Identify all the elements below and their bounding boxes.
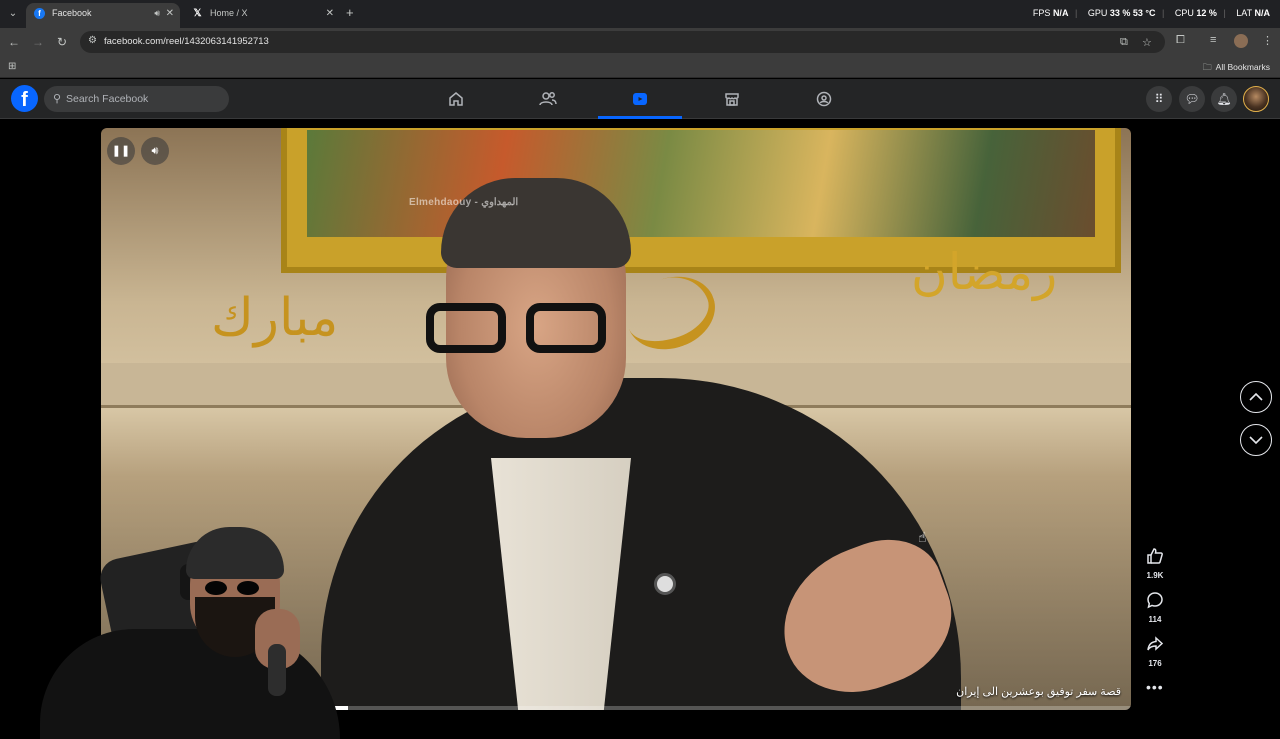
home-icon: [449, 92, 463, 106]
lat-label: LAT: [1236, 8, 1252, 18]
volume-icon[interactable]: 🔊︎: [141, 137, 169, 165]
facebook-header: f ⚲ Search Facebook ⠿ 💬︎ 🔔︎: [0, 79, 1280, 119]
search-icon: ⚲: [53, 93, 62, 105]
share-count: 176: [1148, 659, 1162, 668]
speaker-glasses: [426, 303, 616, 353]
install-app-icon[interactable]: ⧉: [1120, 36, 1128, 49]
crescent-decoration: [616, 264, 726, 362]
chevron-down-icon: [1249, 436, 1263, 445]
streamer-beanie: [186, 527, 284, 579]
site-info-icon[interactable]: ⚙︎: [88, 35, 97, 46]
all-bookmarks-label: All Bookmarks: [1215, 62, 1270, 72]
reel-stage: مبارك رمضان Elmehdaouy - المهداوي ❚❚ 🔊︎ …: [0, 119, 1280, 739]
new-tab-button[interactable]: +: [346, 5, 354, 20]
groups-icon: [816, 91, 832, 107]
gpu-value: 33 %: [1109, 8, 1131, 18]
thumbs-up-icon: [1147, 548, 1163, 564]
facebook-logo-icon[interactable]: f: [11, 85, 38, 112]
marketplace-icon: [725, 93, 739, 106]
chevron-up-icon: [1249, 392, 1263, 401]
friends-icon: [539, 92, 557, 106]
close-icon[interactable]: ✕: [326, 3, 334, 24]
notifications-bell-icon[interactable]: 🔔︎: [1211, 86, 1237, 112]
microphone: [268, 644, 286, 696]
gpu-temp: 53 °C: [1132, 8, 1156, 18]
address-bar[interactable]: ⚙︎ facebook.com/reel/1432063141952713 ⧉ …: [80, 31, 1165, 53]
close-icon[interactable]: ✕: [166, 3, 174, 24]
fps-value: N/A: [1052, 8, 1069, 18]
nav-groups[interactable]: [782, 79, 866, 119]
webcam-overlay: [0, 519, 345, 739]
media-queue-icon[interactable]: ≡: [1210, 34, 1216, 46]
nav-video[interactable]: [598, 79, 682, 119]
url-text[interactable]: facebook.com/reel/1432063141952713: [104, 31, 269, 53]
comment-button[interactable]: 114: [1140, 591, 1170, 624]
share-icon: [1147, 636, 1164, 651]
back-arrow-icon[interactable]: ←: [6, 34, 22, 50]
next-reel-button[interactable]: [1240, 424, 1272, 456]
video-icon: [633, 93, 647, 105]
search-input[interactable]: ⚲ Search Facebook: [44, 86, 229, 112]
tab-title: Home / X: [210, 8, 248, 18]
apps-grid-icon[interactable]: ⊞: [8, 61, 16, 72]
bookmarks-bar: ⊞ 🗀︎ All Bookmarks: [0, 56, 1280, 78]
browser-profile-avatar[interactable]: [1234, 34, 1248, 48]
streamer-sunglasses: [205, 581, 265, 595]
mouse-cursor-icon: ☝︎: [918, 529, 927, 545]
all-bookmarks-button[interactable]: 🗀︎ All Bookmarks: [1203, 56, 1270, 78]
kebab-menu-icon[interactable]: ⋮: [1262, 34, 1273, 47]
nav-home[interactable]: [414, 79, 498, 119]
browser-tab-strip: ⌄ f Facebook 🔊︎ ✕ 𝕏 Home / X ✕ + FPS N/A…: [0, 0, 1280, 28]
lat-value: N/A: [1254, 8, 1271, 18]
previous-reel-button[interactable]: [1240, 381, 1272, 413]
gpu-label: GPU: [1087, 8, 1108, 18]
more-options-icon[interactable]: •••: [1146, 679, 1164, 695]
reel-caption[interactable]: قصة سفر توفيق بوعشرين الى إيران: [956, 685, 1121, 698]
nav-marketplace[interactable]: [690, 79, 774, 119]
messenger-icon[interactable]: 💬︎: [1179, 86, 1205, 112]
tab-facebook[interactable]: f Facebook 🔊︎ ✕: [26, 3, 180, 28]
reload-icon[interactable]: ↻: [54, 34, 70, 50]
browser-toolbar: ← → ↻ ⚙︎ facebook.com/reel/1432063141952…: [0, 28, 1280, 56]
calligraphy-decoration: رمضان: [911, 243, 1058, 301]
facebook-favicon-icon: f: [34, 8, 45, 19]
cpu-value: 12 %: [1196, 8, 1217, 18]
calligraphy-decoration: مبارك: [211, 288, 339, 348]
search-placeholder: Search Facebook: [66, 93, 149, 105]
video-watermark: Elmehdaouy - المهداوي: [409, 197, 519, 208]
tab-x-home[interactable]: 𝕏 Home / X ✕: [184, 3, 340, 28]
share-button[interactable]: 176: [1140, 635, 1170, 668]
forward-arrow-icon[interactable]: →: [30, 34, 46, 50]
comment-count: 114: [1148, 615, 1162, 624]
lapel-pin: [654, 573, 676, 595]
menu-grid-icon[interactable]: ⠿: [1146, 86, 1172, 112]
performance-overlay: FPS N/A | GPU 33 % 53 °C | CPU 12 % | LA…: [1032, 8, 1271, 18]
nav-friends[interactable]: [506, 79, 590, 119]
tab-title: Facebook: [52, 8, 92, 18]
cpu-label: CPU: [1174, 8, 1194, 18]
pause-icon[interactable]: ❚❚: [107, 137, 135, 165]
speaker-icon[interactable]: 🔊︎: [154, 3, 160, 24]
profile-avatar[interactable]: [1243, 86, 1269, 112]
tab-search-chevron-icon[interactable]: ⌄: [4, 5, 22, 23]
folder-icon: 🗀︎: [1202, 62, 1212, 72]
x-logo-icon: 𝕏: [193, 8, 202, 19]
bookmark-star-icon[interactable]: ☆: [1142, 36, 1152, 49]
like-button[interactable]: 1.9K: [1140, 547, 1170, 580]
fps-label: FPS: [1032, 8, 1051, 18]
extensions-puzzle-icon[interactable]: ⧠: [1176, 34, 1185, 47]
like-count: 1.9K: [1146, 571, 1164, 580]
comment-icon: [1147, 592, 1163, 609]
